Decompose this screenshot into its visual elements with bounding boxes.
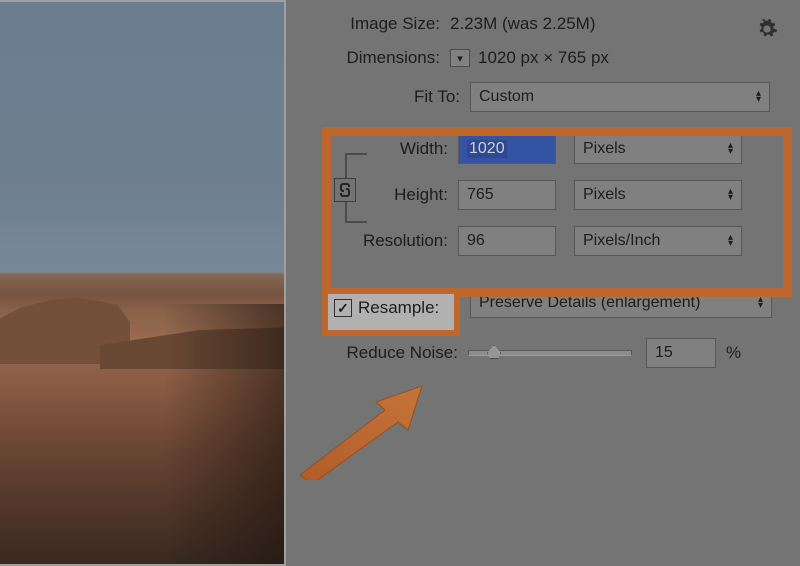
height-unit-dropdown[interactable]: Pixels ▴▾ bbox=[574, 180, 742, 210]
resolution-unit: Pixels/Inch bbox=[583, 232, 660, 250]
reduce-noise-slider[interactable] bbox=[468, 350, 632, 356]
chevron-down-icon: ▾ bbox=[457, 52, 463, 65]
resample-label: Resample: bbox=[358, 298, 439, 318]
dimensions-label: Dimensions: bbox=[318, 48, 450, 68]
resolution-label: Resolution: bbox=[326, 231, 458, 251]
reduce-noise-label: Reduce Noise: bbox=[318, 343, 468, 363]
fit-to-label: Fit To: bbox=[318, 87, 470, 107]
reduce-noise-input[interactable]: 15 bbox=[646, 338, 716, 368]
image-size-panel: Image Size: 2.23M (was 2.25M) Dimensions… bbox=[300, 0, 800, 566]
slider-thumb[interactable] bbox=[487, 345, 501, 359]
dimensions-disclosure[interactable]: ▾ bbox=[450, 49, 470, 67]
resample-method-dropdown[interactable]: Preserve Details (enlargement) ▴▾ bbox=[470, 288, 772, 318]
width-input[interactable]: 1020 bbox=[458, 134, 556, 164]
updown-icon: ▴▾ bbox=[758, 297, 763, 309]
image-size-label: Image Size: bbox=[318, 14, 450, 34]
reduce-noise-value: 15 bbox=[655, 344, 673, 362]
updown-icon: ▴▾ bbox=[728, 143, 733, 155]
resample-method: Preserve Details (enlargement) bbox=[479, 294, 700, 312]
fit-to-dropdown[interactable]: Custom ▴▾ bbox=[470, 82, 770, 112]
updown-icon: ▴▾ bbox=[728, 235, 733, 247]
gear-icon[interactable] bbox=[756, 18, 778, 45]
image-size-value: 2.23M (was 2.25M) bbox=[450, 14, 596, 34]
width-label: Width: bbox=[366, 139, 458, 159]
resample-checkbox[interactable]: ✓ bbox=[334, 299, 352, 317]
height-value: 765 bbox=[467, 186, 494, 204]
preview-image bbox=[0, 0, 286, 566]
height-input[interactable]: 765 bbox=[458, 180, 556, 210]
resolution-unit-dropdown[interactable]: Pixels/Inch ▴▾ bbox=[574, 226, 742, 256]
link-icon[interactable] bbox=[334, 178, 356, 202]
landscape-shape bbox=[164, 304, 284, 564]
updown-icon: ▴▾ bbox=[756, 91, 761, 103]
fit-to-value: Custom bbox=[479, 88, 534, 106]
check-icon: ✓ bbox=[337, 300, 349, 317]
height-unit: Pixels bbox=[583, 186, 626, 204]
width-value: 1020 bbox=[467, 140, 507, 158]
resolution-input[interactable]: 96 bbox=[458, 226, 556, 256]
width-unit: Pixels bbox=[583, 140, 626, 158]
resolution-value: 96 bbox=[467, 232, 485, 250]
height-label: Height: bbox=[366, 185, 458, 205]
width-unit-dropdown[interactable]: Pixels ▴▾ bbox=[574, 134, 742, 164]
updown-icon: ▴▾ bbox=[728, 189, 733, 201]
dimensions-value: 1020 px × 765 px bbox=[478, 48, 609, 68]
percent-label: % bbox=[726, 343, 741, 363]
